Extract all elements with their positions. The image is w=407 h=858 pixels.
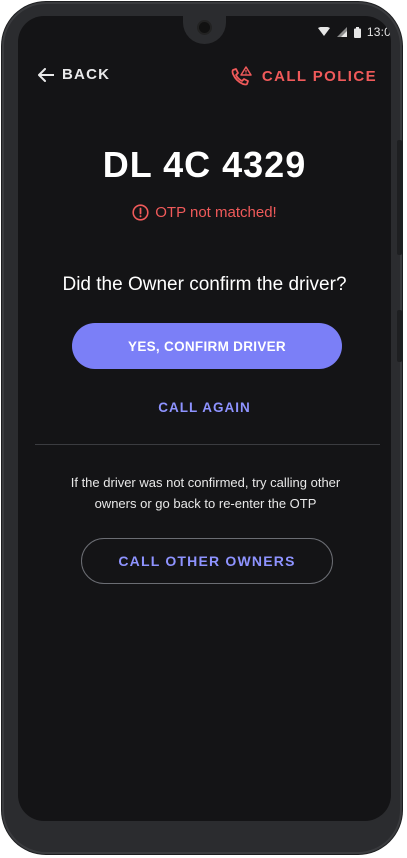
battery-icon (353, 26, 361, 38)
screen: 13:0 BACK CALL POLICE DL 4C 4329 OTP not… (18, 16, 391, 821)
status-bar: 13:0 (317, 24, 391, 40)
call-other-owners-button[interactable]: CALL OTHER OWNERS (81, 538, 333, 584)
vehicle-plate: DL 4C 4329 (102, 144, 307, 185)
call-again-button[interactable]: CALL AGAIN (18, 400, 391, 415)
divider (35, 444, 380, 445)
phone-frame: 13:0 BACK CALL POLICE DL 4C 4329 OTP not… (2, 2, 402, 854)
call-police-button[interactable]: CALL POLICE (230, 66, 377, 86)
side-button-power (397, 310, 402, 362)
error-icon (132, 204, 149, 221)
call-police-label: CALL POLICE (261, 67, 377, 85)
arrow-left-icon (38, 67, 54, 82)
back-label: BACK (62, 66, 111, 83)
confirm-question: Did the Owner confirm the driver? (62, 274, 347, 295)
top-bar: BACK CALL POLICE (18, 66, 391, 90)
info-text: If the driver was not confirmed, try cal… (70, 475, 341, 511)
otp-error: OTP not matched! (18, 204, 391, 221)
wifi-icon (317, 27, 330, 36)
side-button-volume (397, 140, 402, 255)
signal-icon (336, 27, 347, 37)
status-time: 13:0 (366, 25, 391, 39)
confirm-driver-button[interactable]: YES, CONFIRM DRIVER (72, 323, 342, 369)
back-button[interactable]: BACK (38, 66, 110, 83)
camera-icon (199, 22, 210, 33)
phone-alert-icon (231, 66, 252, 86)
otp-error-text: OTP not matched! (155, 204, 277, 221)
